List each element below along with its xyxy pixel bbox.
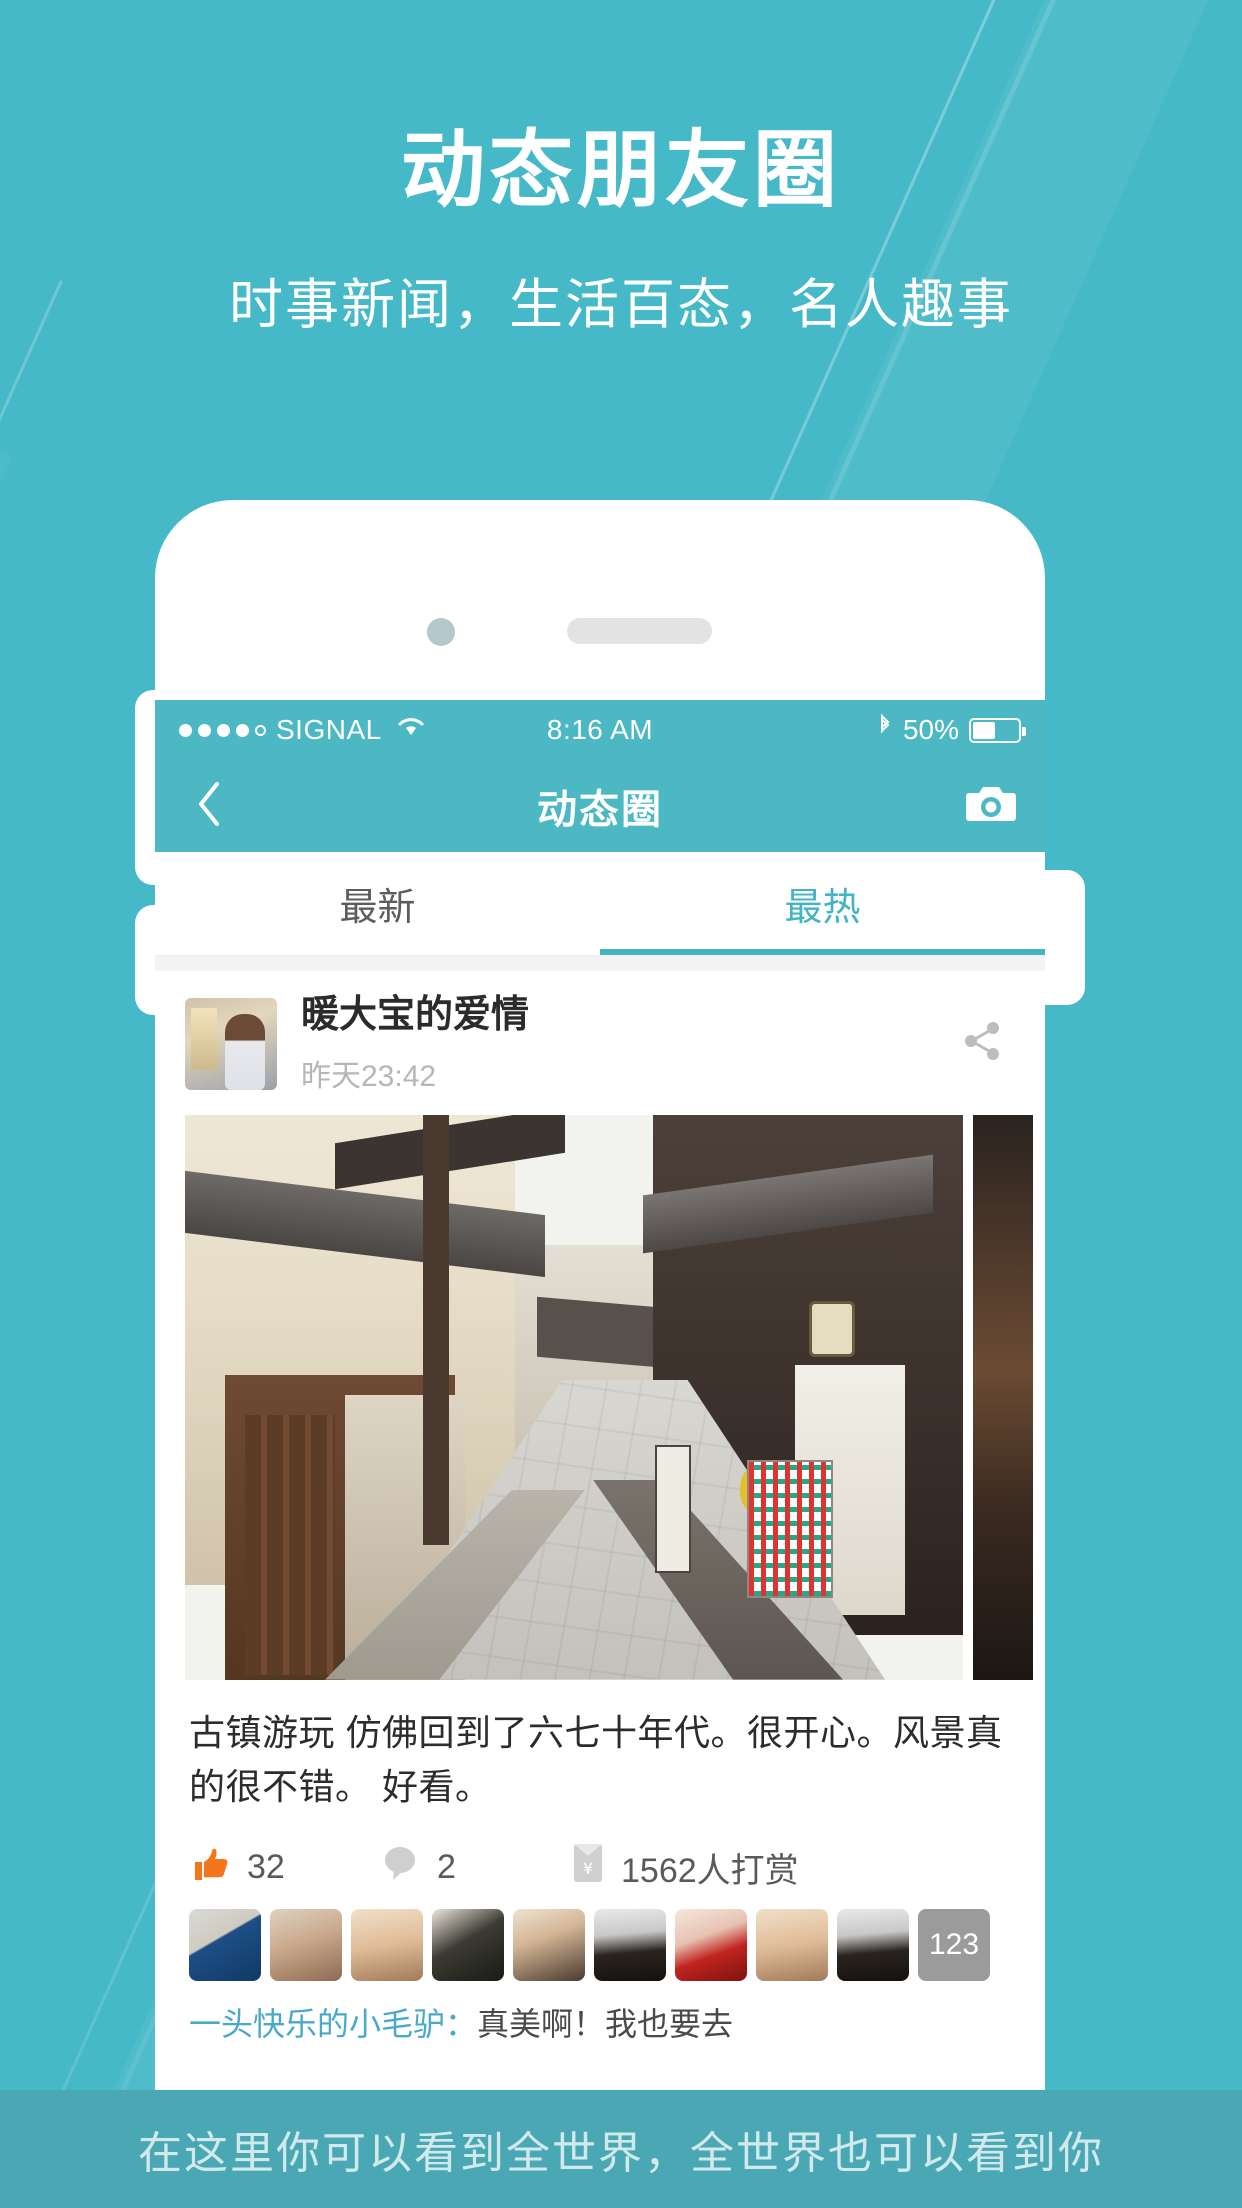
comment-author[interactable]: 一头快乐的小毛驴 <box>189 2006 445 2042</box>
promo-header: 动态朋友圈 时事新闻，生活百态，名人趣事 <box>0 0 1242 339</box>
camera-button[interactable] <box>965 783 1017 830</box>
tab-latest-label: 最新 <box>339 887 416 929</box>
liker-avatar[interactable] <box>270 1908 342 1981</box>
comment-separator: ： <box>445 2005 478 2042</box>
liker-avatar[interactable] <box>594 1908 666 1981</box>
post-stats: 32 2 ¥ 1562人打赏 <box>155 1820 1045 1903</box>
comment-stat[interactable]: 2 <box>381 1844 571 1891</box>
liker-avatar[interactable] <box>837 1908 909 1981</box>
comment-bubble-icon <box>381 1844 421 1891</box>
front-camera-icon <box>427 618 455 646</box>
liker-avatar[interactable] <box>351 1908 423 1981</box>
comment-text: 真美啊！我也要去 <box>477 2005 734 2042</box>
tab-hottest[interactable]: 最热 <box>600 852 1045 955</box>
page-title: 动态圈 <box>537 788 663 832</box>
streak-left-1 <box>0 280 63 2208</box>
post-photo-strip[interactable] <box>155 1114 1045 1680</box>
post-photo-secondary[interactable] <box>973 1114 1033 1680</box>
post-meta: 暖大宝的爱情 昨天23:42 <box>301 993 529 1095</box>
feed-post: 暖大宝的爱情 昨天23:42 古镇游玩 仿佛回到了六七十年代。很开心。风景真的很… <box>155 971 1045 2045</box>
bluetooth-icon <box>877 713 893 748</box>
share-icon <box>959 1022 1005 1068</box>
liker-avatar[interactable] <box>675 1908 747 1981</box>
status-bar-left: SIGNAL <box>179 714 426 746</box>
tab-divider <box>155 957 1045 971</box>
earpiece-speaker <box>567 618 712 644</box>
liker-avatar[interactable] <box>432 1908 504 1981</box>
svg-text:¥: ¥ <box>583 1859 593 1878</box>
wifi-icon <box>396 714 426 746</box>
tab-hottest-label: 最热 <box>784 887 861 929</box>
status-bar-right: 50% <box>877 713 1026 748</box>
back-button[interactable] <box>183 780 235 832</box>
comment-count: 2 <box>437 1847 456 1886</box>
post-timestamp: 昨天23:42 <box>301 1059 437 1093</box>
nav-bar: 动态圈 <box>155 760 1045 852</box>
tab-latest[interactable]: 最新 <box>155 852 600 955</box>
bottom-caption-text: 在这里你可以看到全世界，全世界也可以看到你 <box>138 2129 1104 2178</box>
avatar[interactable] <box>185 997 277 1090</box>
liker-avatar[interactable] <box>513 1908 585 1981</box>
liker-more-badge[interactable]: 123 <box>918 1908 990 1981</box>
post-username[interactable]: 暖大宝的爱情 <box>301 993 529 1039</box>
liker-avatar[interactable] <box>189 1908 261 1981</box>
promo-subheadline: 时事新闻，生活百态，名人趣事 <box>229 275 1013 335</box>
liker-avatar-row[interactable]: 123 <box>155 1903 1045 1995</box>
post-caption: 古镇游玩 仿佛回到了六七十年代。很开心。风景真的很不错。 好看。 <box>189 1711 1003 1807</box>
phone-mockup: SIGNAL 8:16 AM 50% 动态圈 最新 最热 暖大宝的爱情 昨天23… <box>155 500 1045 2120</box>
post-header: 暖大宝的爱情 昨天23:42 <box>155 971 1045 1115</box>
phone-screen: SIGNAL 8:16 AM 50% 动态圈 最新 最热 暖大宝的爱情 昨天23… <box>155 700 1045 2120</box>
frame-tab-right <box>1040 870 1085 1005</box>
liker-avatar[interactable] <box>756 1908 828 1981</box>
reward-stat[interactable]: ¥ 1562人打赏 <box>571 1842 799 1893</box>
status-bar: SIGNAL 8:16 AM 50% <box>155 700 1045 760</box>
battery-percent-label: 50% <box>902 714 959 745</box>
phone-bezel-top <box>155 500 1045 700</box>
battery-icon <box>969 717 1026 743</box>
carrier-label: SIGNAL <box>276 714 382 745</box>
like-stat[interactable]: 32 <box>191 1844 381 1891</box>
share-button[interactable] <box>949 1008 1015 1079</box>
chevron-left-icon <box>195 780 223 833</box>
signal-strength-icon <box>179 723 266 737</box>
promo-headline: 动态朋友圈 <box>400 123 841 217</box>
tab-bar[interactable]: 最新 最热 <box>155 852 1045 957</box>
like-count: 32 <box>247 1847 285 1886</box>
streak-wide-left <box>0 420 13 2208</box>
thumbs-up-icon <box>191 1844 231 1891</box>
red-envelope-icon: ¥ <box>571 1842 605 1893</box>
post-photo-primary[interactable] <box>185 1114 963 1680</box>
reward-label: 1562人打赏 <box>621 1851 799 1890</box>
post-comment[interactable]: 一头快乐的小毛驴：真美啊！我也要去 <box>155 1995 1045 2045</box>
camera-icon <box>965 786 1017 829</box>
bottom-caption-band: 在这里你可以看到全世界，全世界也可以看到你 <box>0 2090 1242 2208</box>
